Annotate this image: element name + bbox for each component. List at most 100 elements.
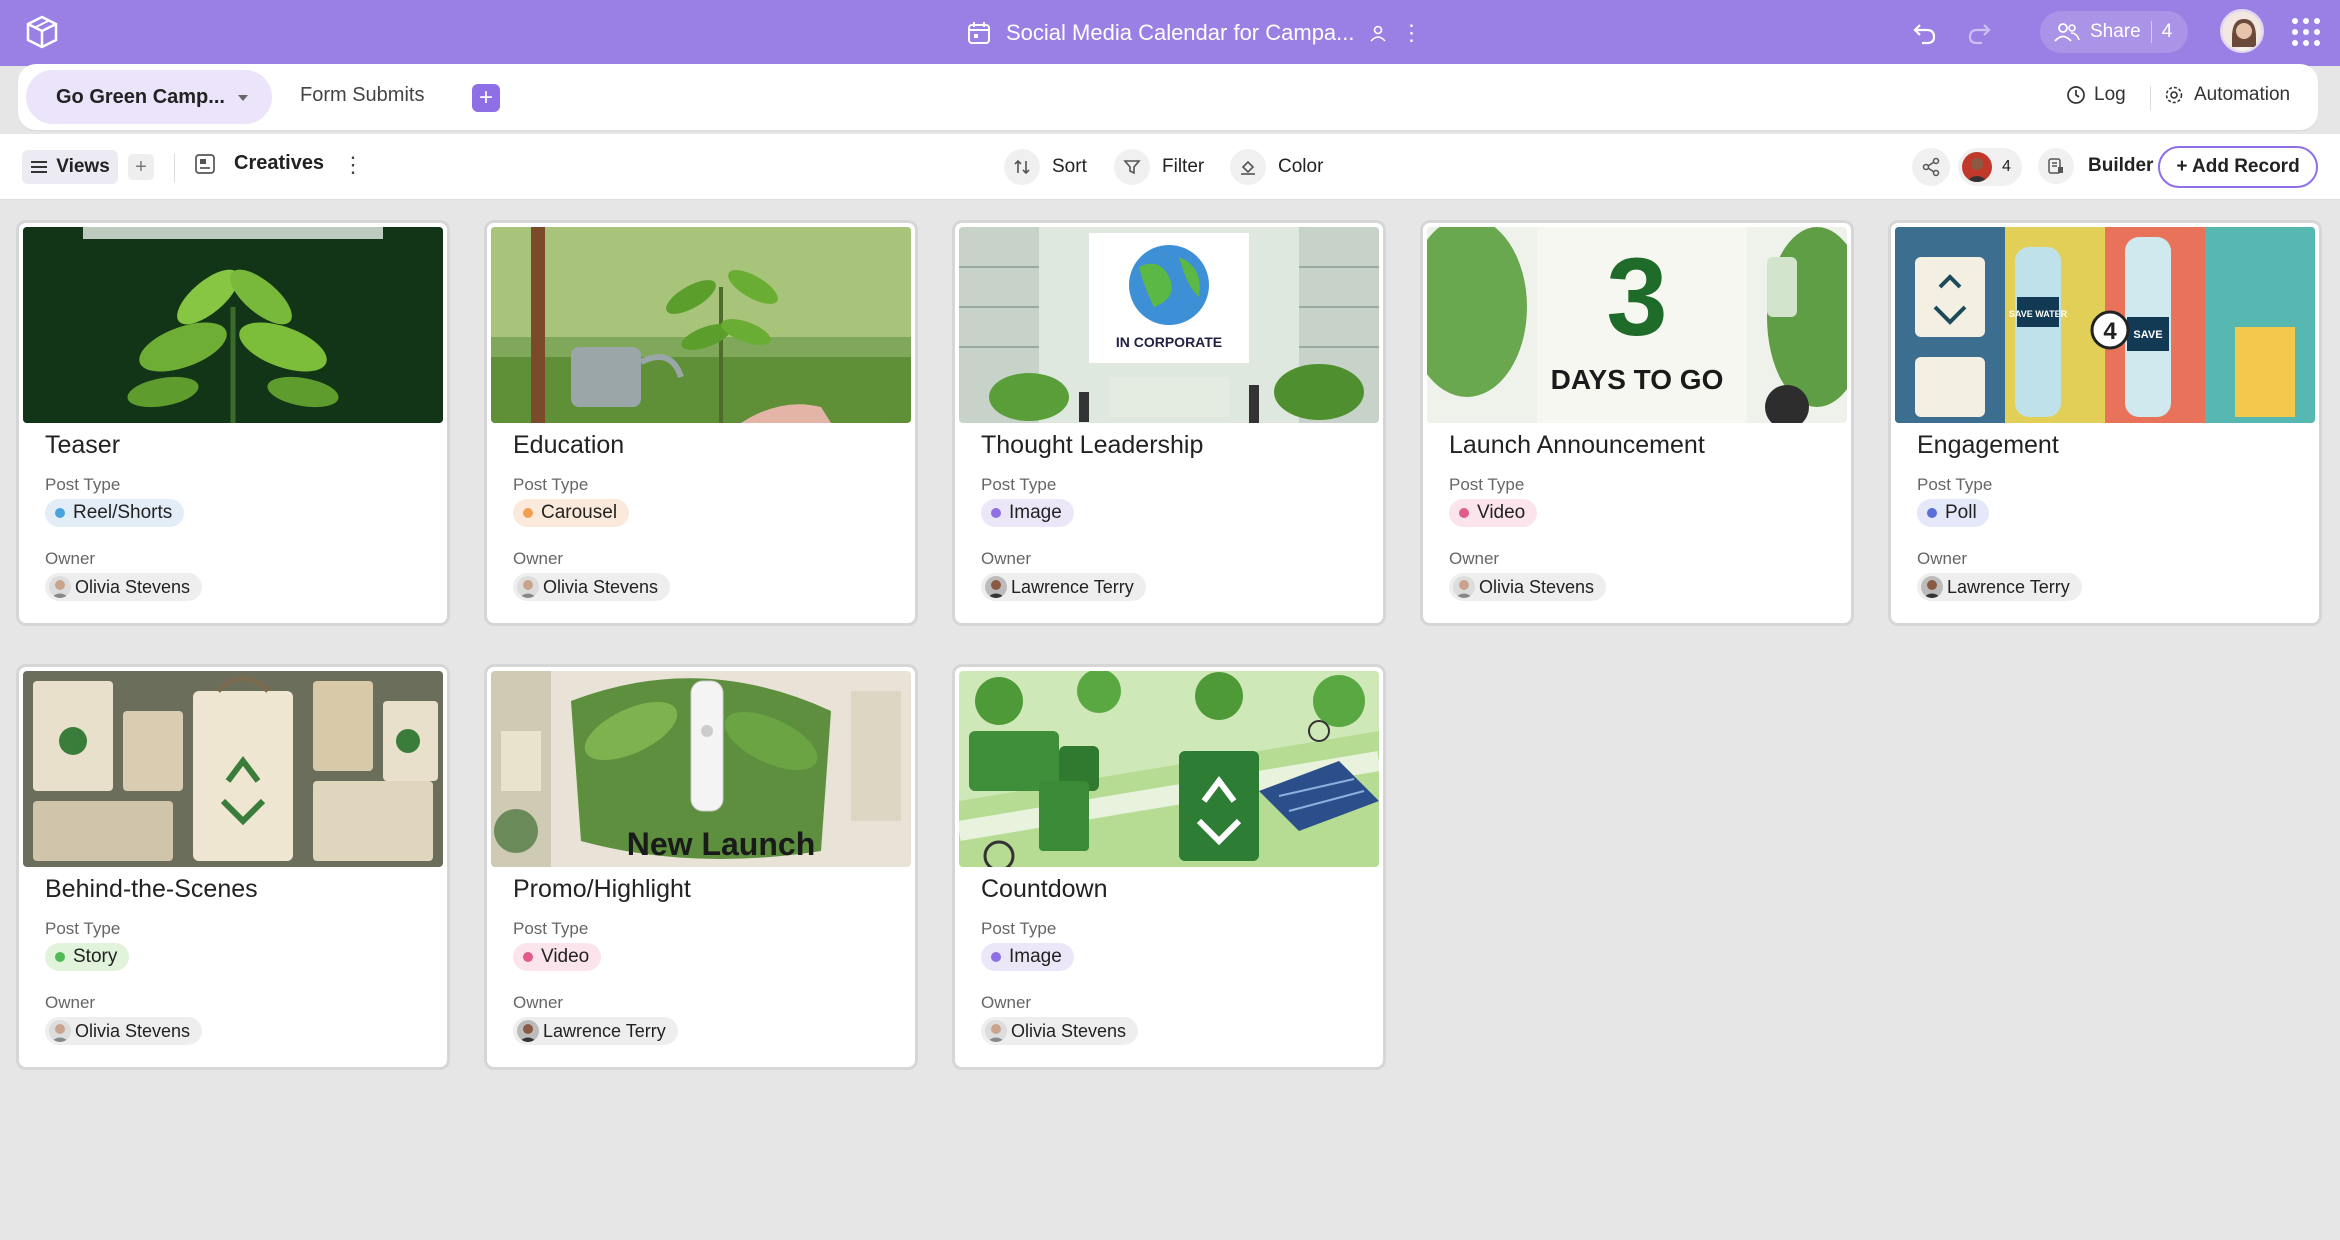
avatar xyxy=(517,576,539,598)
tab-go-green-campaign[interactable]: Go Green Camp... xyxy=(26,70,272,124)
redo-icon[interactable] xyxy=(1962,16,1996,50)
record-card[interactable]: Teaser Post Type Reel/Shorts Owner Olivi… xyxy=(16,220,450,626)
owner-name: Lawrence Terry xyxy=(543,1021,666,1041)
filter-button[interactable]: Filter xyxy=(1114,148,1204,186)
view-toolbar: Views + Creatives ⋮ Sort Filter Color 4 … xyxy=(0,134,2340,200)
share-view-button[interactable] xyxy=(1912,148,1950,186)
owner-chip: Olivia Stevens xyxy=(45,573,203,601)
record-card[interactable]: New Launch Promo/Highlight Post Type Vid… xyxy=(484,664,918,1070)
share-icon xyxy=(1922,157,1940,177)
card-image: New Launch xyxy=(491,671,911,867)
gallery-view-icon xyxy=(195,153,215,174)
paint-bucket-icon xyxy=(1241,160,1255,175)
image-caption: IN CORPORATE xyxy=(1116,334,1222,350)
field-label-owner: Owner xyxy=(45,993,96,1012)
field-label-post-type: Post Type xyxy=(1917,475,1993,494)
add-view-button[interactable]: + xyxy=(128,154,154,180)
user-avatar[interactable] xyxy=(2220,9,2264,53)
owner-chip: Olivia Stevens xyxy=(981,1017,1139,1045)
calendar-icon xyxy=(968,22,990,44)
field-label-post-type: Post Type xyxy=(513,919,589,938)
sort-label: Sort xyxy=(1052,156,1087,177)
share-label: Share xyxy=(2090,21,2141,42)
card-image: SAVE 4 SAVE WATER xyxy=(1895,227,2315,423)
owner-name: Lawrence Terry xyxy=(1011,577,1134,597)
sort-icon xyxy=(1014,159,1030,175)
views-button[interactable]: Views xyxy=(22,150,118,184)
color-button[interactable]: Color xyxy=(1230,148,1323,186)
svg-text:SAVE: SAVE xyxy=(2133,329,2162,341)
builder-button[interactable]: Builder xyxy=(2038,148,2153,184)
field-label-owner: Owner xyxy=(1449,549,1500,568)
record-card[interactable]: 3 DAYS TO GO Launch Announcement Post Ty… xyxy=(1420,220,1854,626)
field-label-post-type: Post Type xyxy=(513,475,589,494)
owner-name: Olivia Stevens xyxy=(1479,577,1595,597)
undo-icon[interactable] xyxy=(1908,16,1942,50)
divider xyxy=(174,154,175,182)
share-divider xyxy=(2150,21,2152,43)
field-label-owner: Owner xyxy=(981,549,1032,568)
tab-form-submits[interactable]: Form Submits xyxy=(300,84,424,107)
card-title: Teaser xyxy=(45,431,121,459)
card-image: 3 DAYS TO GO xyxy=(1427,227,1847,423)
avatar xyxy=(49,1020,71,1042)
record-card[interactable]: Behind-the-Scenes Post Type Story Owner … xyxy=(16,664,450,1070)
tag-dot xyxy=(523,952,533,962)
owner-chip: Olivia Stevens xyxy=(45,1017,203,1045)
collaborators-count: 4 xyxy=(2002,158,2011,175)
image-caption: New Launch xyxy=(627,826,815,862)
record-card[interactable]: SAVE 4 SAVE WATER Engagement Post Type P… xyxy=(1888,220,2322,626)
share-button[interactable]: Share 4 xyxy=(2040,11,2188,53)
post-type-tag: Image xyxy=(981,499,1074,527)
avatar xyxy=(1453,576,1475,598)
tab-active-label: Go Green Camp... xyxy=(56,85,225,108)
card-title: Engagement xyxy=(1917,431,2059,459)
view-more-icon[interactable]: ⋮ xyxy=(342,152,364,178)
automation-button[interactable]: Automation xyxy=(2164,84,2290,106)
current-view[interactable]: Creatives xyxy=(194,152,324,175)
apps-grid-icon[interactable] xyxy=(2292,18,2320,46)
card-title: Thought Leadership xyxy=(981,431,1204,459)
base-title[interactable]: Social Media Calendar for Campa... ⋮ xyxy=(966,16,1423,50)
sort-button[interactable]: Sort xyxy=(1004,148,1087,186)
card-title: Promo/Highlight xyxy=(513,875,691,903)
title-more-icon[interactable]: ⋮ xyxy=(1401,22,1423,44)
owner-chip: Olivia Stevens xyxy=(513,573,671,601)
field-label-post-type: Post Type xyxy=(981,919,1057,938)
app-logo-icon[interactable] xyxy=(22,13,62,53)
people-icon xyxy=(2054,23,2080,42)
filter-icon xyxy=(1123,160,1141,175)
post-type-value: Poll xyxy=(1945,502,1977,523)
builder-icon xyxy=(2048,158,2063,174)
divider xyxy=(2150,86,2151,110)
avatar xyxy=(985,1020,1007,1042)
post-type-tag: Image xyxy=(981,943,1074,971)
owner-chip: Lawrence Terry xyxy=(513,1017,678,1045)
user-access-icon[interactable] xyxy=(1369,24,1387,42)
log-button[interactable]: Log xyxy=(2066,84,2126,106)
avatar xyxy=(985,576,1007,598)
post-type-value: Carousel xyxy=(541,502,618,523)
svg-text:3: 3 xyxy=(1606,236,1667,359)
image-caption: SAVE WATER xyxy=(2009,309,2068,319)
owner-chip: Lawrence Terry xyxy=(1917,573,2082,601)
tag-dot xyxy=(991,952,1001,962)
record-card[interactable]: Countdown Post Type Image Owner Olivia S… xyxy=(952,664,1386,1070)
clock-icon xyxy=(2067,86,2085,104)
add-record-button[interactable]: + Add Record xyxy=(2158,146,2318,188)
avatar xyxy=(1962,152,1992,182)
record-card[interactable]: IN CORPORATE Thought Leadership Post Typ… xyxy=(952,220,1386,626)
post-type-tag: Story xyxy=(45,943,130,971)
field-label-owner: Owner xyxy=(45,549,96,568)
color-label: Color xyxy=(1278,156,1324,177)
add-tab-button[interactable]: + xyxy=(472,84,500,112)
record-card[interactable]: Education Post Type Carousel Owner Olivi… xyxy=(484,220,918,626)
collaborators-button[interactable]: 4 xyxy=(1958,148,2022,186)
card-title: Behind-the-Scenes xyxy=(45,875,258,903)
card-title: Countdown xyxy=(981,875,1108,903)
tab-bar: Go Green Camp... Form Submits + Log Auto… xyxy=(18,64,2318,130)
chevron-down-icon[interactable] xyxy=(238,95,248,101)
post-type-value: Reel/Shorts xyxy=(73,502,173,523)
top-bar: Social Media Calendar for Campa... ⋮ Sha… xyxy=(0,0,2340,66)
post-type-tag: Video xyxy=(1449,499,1538,527)
